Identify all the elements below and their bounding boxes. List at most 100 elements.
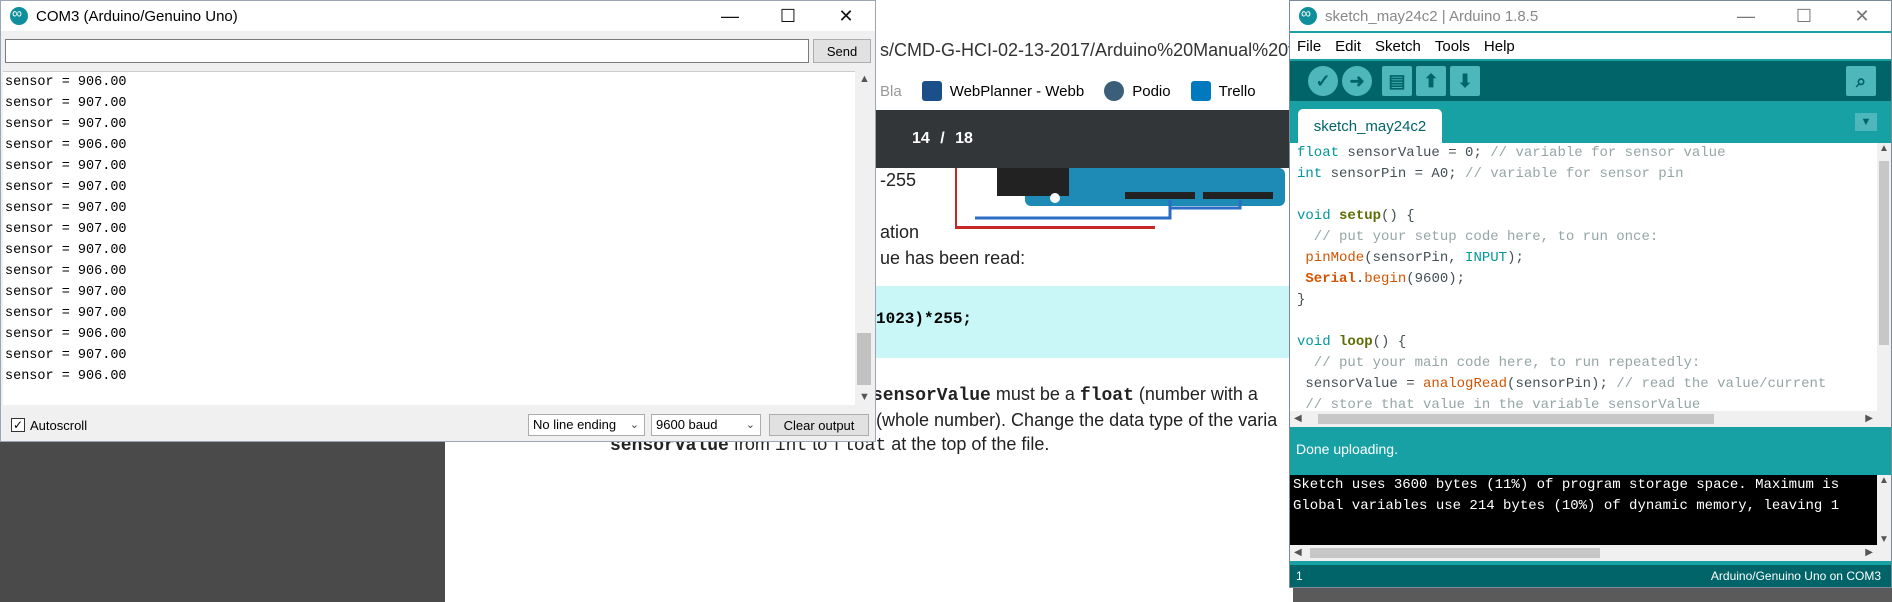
maximize-button[interactable]: ☐ <box>759 1 817 31</box>
send-button[interactable]: Send <box>813 39 871 63</box>
podio-icon <box>1104 81 1125 101</box>
pdf-page-indicator[interactable]: 14 / 18 <box>912 130 973 148</box>
minimize-button[interactable]: — <box>701 1 759 31</box>
console-vertical-scrollbar[interactable]: ▲ ▼ <box>1877 475 1891 545</box>
maximize-button[interactable]: ☐ <box>1775 1 1833 31</box>
doc-code-block: 1023)*255; <box>876 286 1293 358</box>
tab-menu-button[interactable]: ▼ <box>1855 113 1877 131</box>
output-vertical-scrollbar[interactable]: ▲ ▼ <box>855 71 873 405</box>
scroll-left-icon[interactable]: ◀ <box>1294 413 1302 424</box>
scroll-up-icon[interactable]: ▲ <box>1879 475 1889 486</box>
scroll-left-icon[interactable]: ◀ <box>1294 547 1302 558</box>
close-icon: ✕ <box>838 5 854 26</box>
autoscroll-checkbox[interactable]: ✓ <box>11 418 25 432</box>
bookmark-item[interactable]: Bla <box>880 83 902 100</box>
minimize-button[interactable]: — <box>1717 1 1775 31</box>
address-bar-url[interactable]: s/CMD-G-HCI-02-13-2017/Arduino%20Manual%… <box>880 40 1307 61</box>
close-button[interactable]: ✕ <box>817 1 875 31</box>
trello-icon <box>1190 81 1211 101</box>
scrollbar-thumb[interactable] <box>1310 548 1600 558</box>
ide-menubar: File Edit Sketch Tools Help <box>1290 33 1891 59</box>
code-token: pinMode <box>1297 250 1365 266</box>
page-separator: / <box>940 130 945 147</box>
scroll-down-icon[interactable]: ▼ <box>859 391 870 403</box>
scroll-right-icon[interactable]: ▶ <box>1865 547 1873 558</box>
clear-output-button[interactable]: Clear output <box>769 414 869 436</box>
code-line: int sensorPin = A0; // variable for sens… <box>1290 164 1877 185</box>
verify-button[interactable]: ✓ <box>1308 66 1338 96</box>
menu-tools[interactable]: Tools <box>1428 38 1477 55</box>
window-title: COM3 (Arduino/Genuino Uno) <box>36 7 238 25</box>
open-sketch-button[interactable]: ⬆ <box>1416 66 1446 96</box>
upload-button[interactable]: ➜ <box>1342 66 1372 96</box>
code-token: sensorValue = <box>1297 376 1424 392</box>
serial-monitor-button[interactable]: ⌕ <box>1846 66 1876 96</box>
bookmark-trello[interactable]: Trello <box>1190 81 1256 101</box>
serial-output-area[interactable]: sensor = 906.00 sensor = 907.00 sensor =… <box>3 71 855 405</box>
scroll-down-icon[interactable]: ▼ <box>1879 534 1889 545</box>
code-token: Serial <box>1297 271 1356 287</box>
code-line: void loop() { <box>1290 332 1877 353</box>
code-token: ); <box>1507 250 1524 266</box>
close-button[interactable]: ✕ <box>1833 1 1891 31</box>
bookmark-label: Podio <box>1132 82 1171 100</box>
baud-rate-select[interactable]: 9600 baud ⌄ <box>651 414 761 436</box>
ide-toolbar: ✓ ➜ ▤ ⬆ ⬇ ⌕ <box>1290 61 1891 101</box>
code-comment: // read the value/current <box>1616 376 1827 392</box>
arduino-board-illustration <box>955 168 1285 229</box>
console-horizontal-scrollbar[interactable]: ◀ ▶ <box>1290 545 1891 561</box>
code-editor[interactable]: float sensorValue = 0; // variable for s… <box>1290 143 1877 411</box>
ide-status-bar: Done uploading. <box>1290 427 1891 463</box>
maximize-icon: ☐ <box>779 5 797 26</box>
pdf-toolbar: 14 / 18 <box>876 110 1293 168</box>
bookmark-webplanner[interactable]: WebPlanner - Webb <box>921 81 1084 101</box>
tab-sketch[interactable]: sketch_may24c2 <box>1298 109 1442 143</box>
output-line: sensor = 907.00 <box>5 222 127 237</box>
checkmark-icon: ✓ <box>1315 70 1331 91</box>
autoscroll-label: Autoscroll <box>30 418 88 433</box>
line-ending-select[interactable]: No line ending ⌄ <box>528 414 645 436</box>
code-line: Serial.begin(9600); <box>1290 269 1877 290</box>
chevron-down-icon: ▼ <box>1860 116 1872 128</box>
scrollbar-thumb[interactable] <box>1879 161 1889 345</box>
doc-code-term: float <box>1079 386 1134 406</box>
scroll-up-icon[interactable]: ▲ <box>859 73 870 85</box>
new-sketch-button[interactable]: ▤ <box>1382 66 1412 96</box>
status-message: Done uploading. <box>1296 441 1398 457</box>
close-icon: ✕ <box>1854 5 1870 26</box>
code-comment: // put your main code here, to run repea… <box>1297 355 1701 371</box>
menu-file[interactable]: File <box>1290 38 1328 55</box>
editor-horizontal-scrollbar[interactable]: ◀ ▶ <box>1290 411 1891 427</box>
scrollbar-thumb[interactable] <box>1318 414 1714 424</box>
serial-monitor-titlebar[interactable]: COM3 (Arduino/Genuino Uno) — ☐ ✕ <box>1 1 875 31</box>
menu-help[interactable]: Help <box>1477 38 1522 55</box>
magnifier-icon: ⌕ <box>1855 70 1867 91</box>
scroll-up-icon[interactable]: ▲ <box>1879 143 1889 154</box>
ide-footer: 1 Arduino/Genuino Uno on COM3 <box>1290 565 1891 587</box>
menu-edit[interactable]: Edit <box>1328 38 1368 55</box>
scroll-right-icon[interactable]: ▶ <box>1865 413 1873 424</box>
console-line: Sketch uses 3600 bytes (11%) of program … <box>1293 477 1840 493</box>
ide-console-output[interactable]: Sketch uses 3600 bytes (11%) of program … <box>1290 475 1877 545</box>
output-line: sensor = 907.00 <box>5 201 127 216</box>
minimize-icon: — <box>1737 5 1755 26</box>
output-line: sensor = 906.00 <box>5 264 127 279</box>
save-sketch-button[interactable]: ⬇ <box>1450 66 1480 96</box>
code-line: } <box>1297 292 1306 308</box>
arrow-down-icon: ⬇ <box>1457 70 1473 91</box>
ide-titlebar[interactable]: sketch_may24c2 | Arduino 1.8.5 — ☐ ✕ <box>1290 1 1891 31</box>
serial-send-input[interactable] <box>5 39 809 63</box>
desktop-background <box>0 442 445 602</box>
bookmark-podio[interactable]: Podio <box>1104 81 1171 101</box>
code-token: (9600); <box>1406 271 1466 287</box>
code-line: // put your main code here, to run repea… <box>1290 353 1877 374</box>
chevron-down-icon: ⌄ <box>745 419 755 431</box>
menu-sketch[interactable]: Sketch <box>1368 38 1428 55</box>
arduino-logo-icon <box>1299 5 1317 25</box>
scrollbar-thumb[interactable] <box>857 333 871 385</box>
new-file-icon: ▤ <box>1388 70 1406 91</box>
arrow-up-icon: ⬆ <box>1423 70 1439 91</box>
code-line: float sensorValue = 0; // variable for s… <box>1290 143 1877 164</box>
editor-vertical-scrollbar[interactable]: ▲ <box>1877 143 1891 411</box>
